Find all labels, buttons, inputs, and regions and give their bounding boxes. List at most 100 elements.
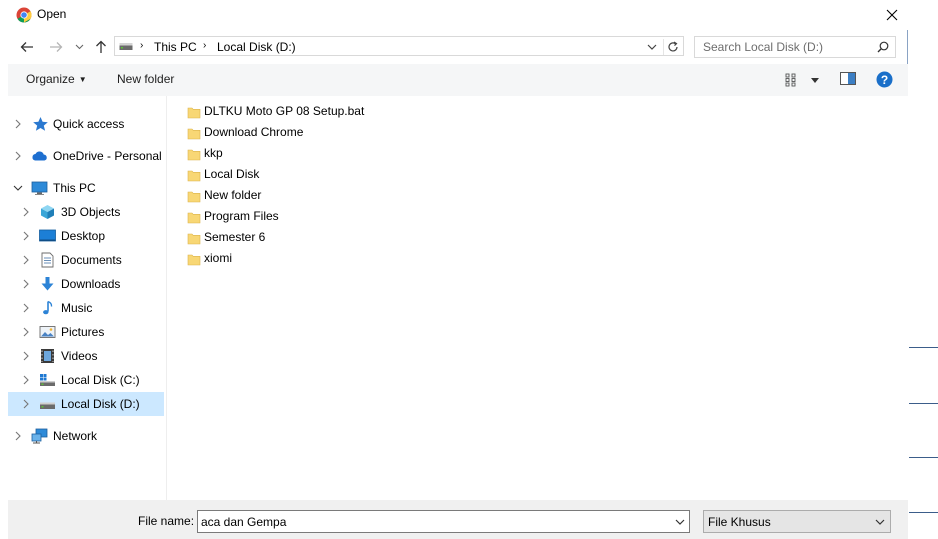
nav-item-downloads[interactable]: Downloads xyxy=(8,272,164,296)
chevron-right-icon[interactable] xyxy=(21,255,31,265)
arrow-left-icon xyxy=(20,42,33,52)
search-box[interactable] xyxy=(694,36,896,58)
caret-down-icon xyxy=(811,78,819,83)
address-bar[interactable]: › This PC › Local Disk (D:) xyxy=(114,36,684,56)
document-icon xyxy=(41,252,54,268)
desktop-icon xyxy=(39,229,56,242)
file-type-dropdown-button[interactable] xyxy=(872,514,888,530)
file-name: xiomi xyxy=(204,251,233,265)
organize-label: Organize xyxy=(26,72,75,86)
folder-icon xyxy=(187,128,201,140)
recent-locations-button[interactable] xyxy=(72,38,86,56)
chevron-right-icon[interactable] xyxy=(21,351,31,361)
cloud-icon xyxy=(32,151,47,161)
chevron-right-icon[interactable] xyxy=(21,207,31,217)
file-type-value: File Khusus xyxy=(708,515,771,529)
chevron-right-icon[interactable] xyxy=(21,327,31,337)
file-name: Local Disk xyxy=(204,167,260,181)
nav-item-videos[interactable]: Videos xyxy=(8,344,164,368)
background-line xyxy=(909,457,938,458)
help-button[interactable]: ? xyxy=(876,71,894,89)
chevron-down-icon[interactable] xyxy=(13,183,23,193)
music-icon xyxy=(43,300,53,315)
nav-label: OneDrive - Personal xyxy=(53,149,162,163)
organize-button[interactable]: Organize ▼ xyxy=(26,72,87,86)
nav-label: Music xyxy=(61,301,93,315)
chevron-right-icon[interactable] xyxy=(21,375,31,385)
breadcrumb-separator[interactable]: › xyxy=(203,40,206,51)
nav-item-onedrive[interactable]: OneDrive - Personal xyxy=(8,144,164,168)
folder-icon xyxy=(187,212,201,224)
background-line xyxy=(909,347,938,348)
network-icon xyxy=(31,428,48,444)
breadcrumb-separator[interactable]: › xyxy=(140,40,143,51)
navigation-pane: Quick access OneDrive - Personal This PC xyxy=(8,96,167,500)
file-name: Download Chrome xyxy=(204,125,304,139)
change-view-button[interactable] xyxy=(784,72,820,88)
download-icon xyxy=(41,277,54,291)
file-name: Semester 6 xyxy=(204,230,266,244)
svg-text:?: ? xyxy=(881,73,888,87)
chevron-right-icon[interactable] xyxy=(13,151,23,161)
file-name-label: File name: xyxy=(138,514,195,528)
folder-icon xyxy=(187,107,201,119)
window-title: Open xyxy=(37,7,67,21)
nav-item-this-pc[interactable]: This PC xyxy=(8,176,164,200)
file-name: DLTKU Moto GP 08 Setup.bat xyxy=(204,104,365,118)
nav-label: Local Disk (C:) xyxy=(61,373,140,387)
folder-icon xyxy=(187,170,201,182)
refresh-button[interactable] xyxy=(663,39,682,55)
nav-item-3d-objects[interactable]: 3D Objects xyxy=(8,200,164,224)
forward-button[interactable] xyxy=(47,38,65,56)
address-dropdown-button[interactable] xyxy=(643,39,661,55)
file-name-input[interactable] xyxy=(198,511,671,532)
nav-item-desktop[interactable]: Desktop xyxy=(8,224,164,248)
nav-label: Downloads xyxy=(61,277,121,291)
nav-item-pictures[interactable]: Pictures xyxy=(8,320,164,344)
nav-item-local-disk-d[interactable]: Local Disk (D:) xyxy=(8,392,164,416)
new-folder-button[interactable]: New folder xyxy=(117,72,174,86)
file-type-select[interactable]: File Khusus xyxy=(703,510,891,533)
chevron-right-icon[interactable] xyxy=(21,399,31,409)
chevron-right-icon[interactable] xyxy=(21,279,31,289)
nav-item-local-disk-c[interactable]: Local Disk (C:) xyxy=(8,368,164,392)
preview-pane-icon xyxy=(840,72,856,85)
file-name-dropdown-button[interactable] xyxy=(671,511,689,532)
file-name-combobox[interactable] xyxy=(197,510,690,533)
chrome-icon xyxy=(16,7,32,23)
refresh-icon xyxy=(668,41,678,52)
video-icon xyxy=(41,349,54,363)
chevron-right-icon[interactable] xyxy=(21,303,31,313)
nav-item-network[interactable]: Network xyxy=(8,424,164,448)
arrow-up-icon xyxy=(96,40,106,53)
breadcrumb-this-pc[interactable]: This PC xyxy=(154,40,197,54)
nav-label: Desktop xyxy=(61,229,106,243)
nav-item-music[interactable]: Music xyxy=(8,296,164,320)
close-button[interactable] xyxy=(878,4,906,26)
title-bar: Open xyxy=(0,0,908,30)
open-dialog: Open › This PC › Local Disk (D:) Search … xyxy=(0,0,908,539)
chevron-right-icon[interactable] xyxy=(21,231,31,241)
chevron-down-icon xyxy=(75,44,83,50)
back-button[interactable] xyxy=(18,38,36,56)
chevron-right-icon[interactable] xyxy=(13,119,23,129)
caret-down-icon: ▼ xyxy=(78,75,87,84)
star-icon xyxy=(33,117,48,131)
breadcrumb-local-disk-d[interactable]: Local Disk (D:) xyxy=(217,40,296,54)
nav-label: Pictures xyxy=(61,325,105,339)
nav-item-quick-access[interactable]: Quick access xyxy=(8,112,164,136)
file-name: kkp xyxy=(204,146,223,160)
bottom-bar: File name: File Khusus xyxy=(8,500,908,539)
up-button[interactable] xyxy=(92,38,110,56)
chevron-right-icon[interactable] xyxy=(13,431,23,441)
chevron-down-icon xyxy=(675,519,685,525)
search-input[interactable] xyxy=(695,37,879,57)
preview-pane-button[interactable] xyxy=(840,72,858,88)
folder-icon xyxy=(187,149,201,161)
nav-label: Network xyxy=(53,429,98,443)
nav-item-documents[interactable]: Documents xyxy=(8,248,164,272)
cube-icon xyxy=(41,205,54,219)
windows-drive-icon xyxy=(40,374,55,386)
nav-label: Quick access xyxy=(53,117,125,131)
toolbar: Organize ▼ New folder ? xyxy=(8,64,908,97)
